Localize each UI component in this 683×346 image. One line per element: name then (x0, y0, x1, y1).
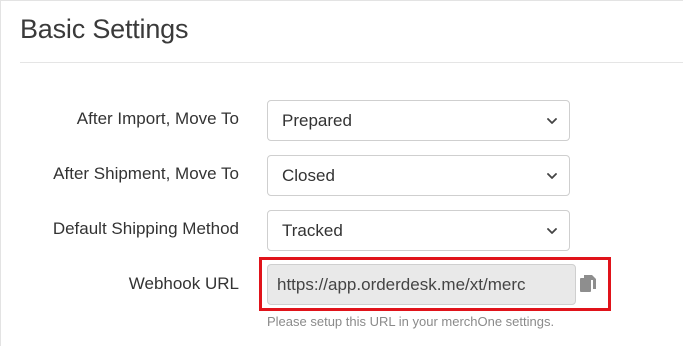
webhook-highlight-box (259, 257, 611, 311)
basic-settings-panel: Basic Settings After Import, Move To Pre… (0, 0, 683, 346)
after-shipment-select[interactable]: Closed (267, 155, 570, 196)
chevron-down-icon (547, 172, 557, 179)
after-import-select[interactable]: Prepared (267, 100, 570, 141)
after-shipment-value: Closed (282, 165, 335, 185)
after-shipment-label: After Shipment, Move To (53, 164, 239, 183)
chevron-down-icon (547, 117, 557, 124)
default-shipping-select[interactable]: Tracked (267, 210, 570, 251)
default-shipping-value: Tracked (282, 220, 343, 240)
section-title: Basic Settings (20, 14, 189, 44)
webhook-url-label: Webhook URL (128, 274, 239, 293)
default-shipping-label: Default Shipping Method (52, 219, 239, 238)
after-import-value: Prepared (282, 110, 352, 130)
chevron-down-icon (547, 227, 557, 234)
after-import-label: After Import, Move To (76, 109, 239, 128)
title-divider (20, 62, 683, 63)
webhook-help-text: Please setup this URL in your merchOne s… (267, 314, 555, 329)
